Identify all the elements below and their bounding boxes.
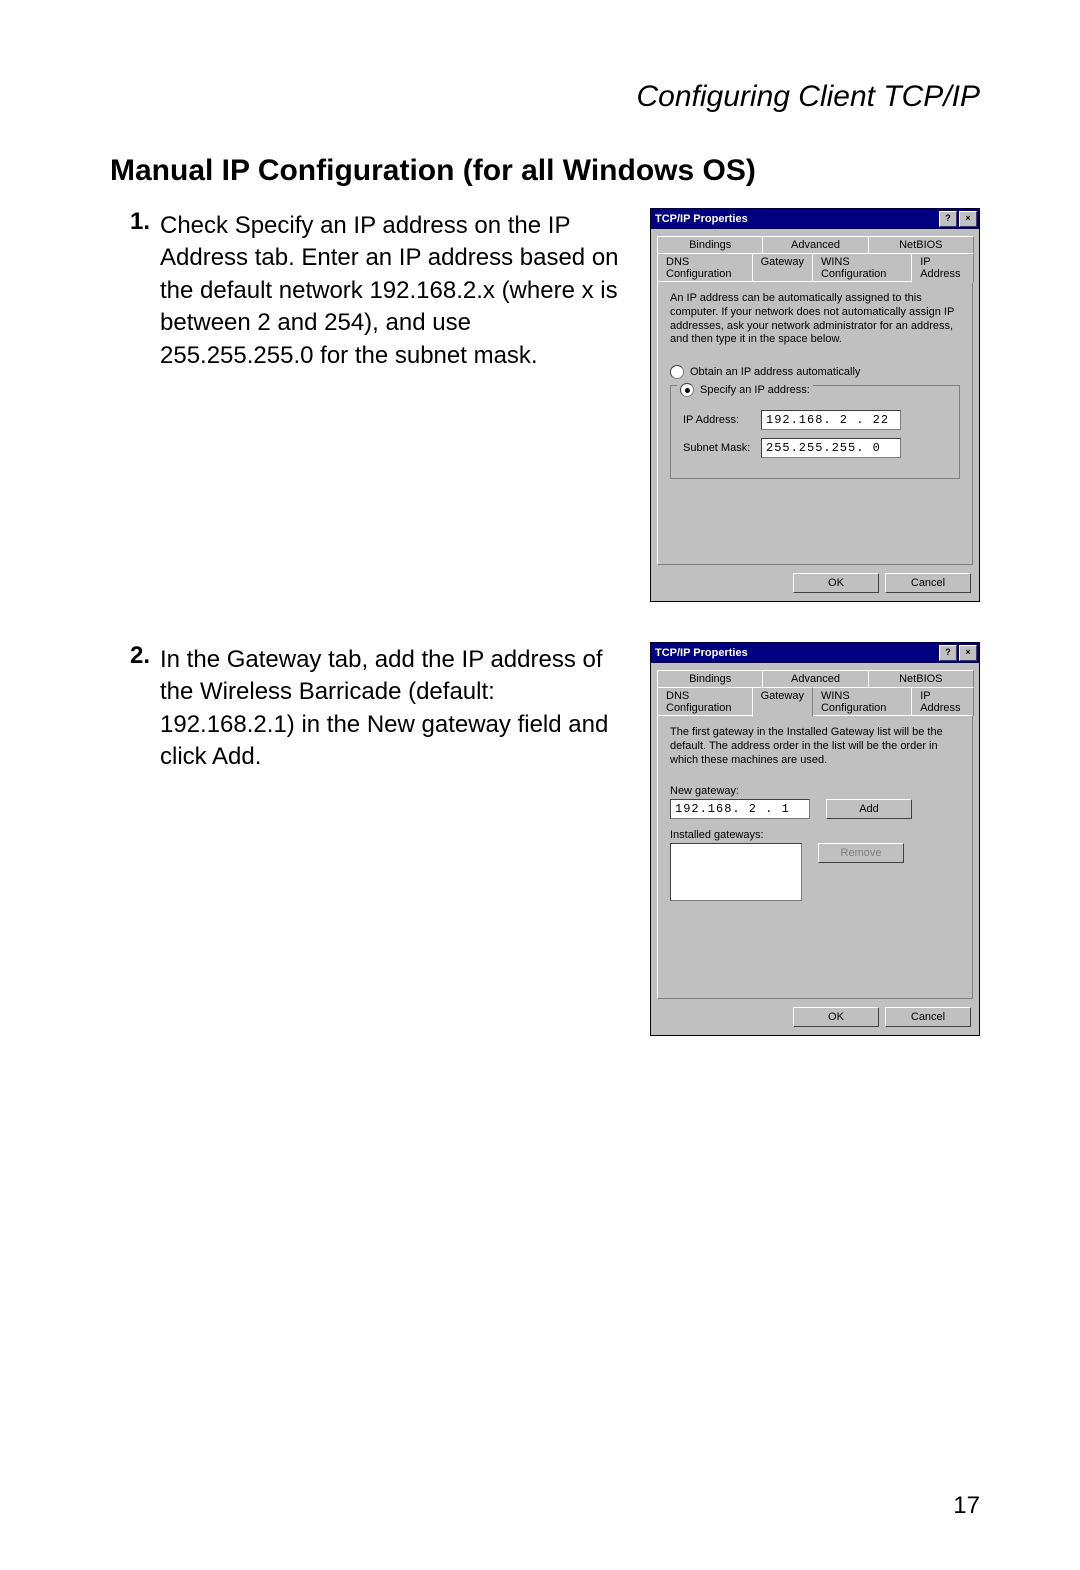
step-2-text: In the Gateway tab, add the IP address o… xyxy=(160,642,650,774)
subnet-mask-label: Subnet Mask: xyxy=(683,442,761,454)
ip-address-input[interactable]: 192.168. 2 . 22 xyxy=(761,410,901,430)
cancel-button[interactable]: Cancel xyxy=(885,573,971,593)
tab-dns[interactable]: DNS Configuration xyxy=(657,687,753,716)
chapter-title: Configuring Client TCP/IP xyxy=(110,80,980,114)
ok-button[interactable]: OK xyxy=(793,573,879,593)
panel-description: The first gateway in the Installed Gatew… xyxy=(670,726,960,767)
tab-panel: The first gateway in the Installed Gatew… xyxy=(657,715,973,999)
close-icon[interactable]: × xyxy=(959,211,977,227)
radio-icon xyxy=(670,365,684,379)
tab-advanced[interactable]: Advanced xyxy=(762,670,868,687)
installed-gateways-list[interactable] xyxy=(670,843,802,901)
help-icon[interactable]: ? xyxy=(939,211,957,227)
tabs: Bindings Advanced NetBIOS DNS Configurat… xyxy=(651,229,979,565)
title-bar: TCP/IP Properties ? × xyxy=(651,643,979,663)
tab-gateway[interactable]: Gateway xyxy=(752,687,813,717)
installed-gateways-label: Installed gateways: xyxy=(670,829,960,841)
add-button[interactable]: Add xyxy=(826,799,912,819)
ok-button[interactable]: OK xyxy=(793,1007,879,1027)
tcpip-dialog-ipaddress: TCP/IP Properties ? × Bindings Advanced … xyxy=(650,208,980,602)
radio-obtain-auto[interactable]: Obtain an IP address automatically xyxy=(670,365,960,379)
tab-wins[interactable]: WINS Configuration xyxy=(812,253,912,282)
radio-icon xyxy=(680,383,694,397)
tcpip-dialog-gateway: TCP/IP Properties ? × Bindings Advanced … xyxy=(650,642,980,1036)
help-icon[interactable]: ? xyxy=(939,645,957,661)
tab-gateway[interactable]: Gateway xyxy=(752,253,813,282)
ip-address-label: IP Address: xyxy=(683,414,761,426)
tab-netbios[interactable]: NetBIOS xyxy=(868,670,974,687)
remove-button: Remove xyxy=(818,843,904,863)
tab-ipaddress[interactable]: IP Address xyxy=(911,253,974,283)
tab-wins[interactable]: WINS Configuration xyxy=(812,687,912,716)
panel-description: An IP address can be automatically assig… xyxy=(670,292,960,347)
close-icon[interactable]: × xyxy=(959,645,977,661)
radio-label: Specify an IP address: xyxy=(700,384,810,396)
cancel-button[interactable]: Cancel xyxy=(885,1007,971,1027)
subnet-mask-input[interactable]: 255.255.255. 0 xyxy=(761,438,901,458)
step-1-text: Check Specify an IP address on the IP Ad… xyxy=(160,208,650,372)
tab-advanced[interactable]: Advanced xyxy=(762,236,868,253)
step-1: 1. Check Specify an IP address on the IP… xyxy=(110,208,980,602)
step-1-number: 1. xyxy=(110,208,160,236)
tab-ipaddress[interactable]: IP Address xyxy=(911,687,974,716)
step-2-number: 2. xyxy=(110,642,160,670)
section-title: Manual IP Configuration (for all Windows… xyxy=(110,154,980,188)
title-bar: TCP/IP Properties ? × xyxy=(651,209,979,229)
tab-netbios[interactable]: NetBIOS xyxy=(868,236,974,253)
step-2: 2. In the Gateway tab, add the IP addres… xyxy=(110,642,980,1036)
new-gateway-input[interactable]: 192.168. 2 . 1 xyxy=(670,799,810,819)
specify-ip-group: Specify an IP address: IP Address: 192.1… xyxy=(670,385,960,479)
radio-label: Obtain an IP address automatically xyxy=(690,366,860,378)
window-title: TCP/IP Properties xyxy=(655,647,748,659)
radio-specify-ip[interactable]: Specify an IP address: xyxy=(677,383,813,397)
new-gateway-label: New gateway: xyxy=(670,785,960,797)
tab-bindings[interactable]: Bindings xyxy=(657,236,763,253)
tab-panel: An IP address can be automatically assig… xyxy=(657,281,973,565)
page-number: 17 xyxy=(953,1492,980,1520)
tabs: Bindings Advanced NetBIOS DNS Configurat… xyxy=(651,663,979,999)
tab-dns[interactable]: DNS Configuration xyxy=(657,253,753,282)
window-title: TCP/IP Properties xyxy=(655,213,748,225)
tab-bindings[interactable]: Bindings xyxy=(657,670,763,687)
